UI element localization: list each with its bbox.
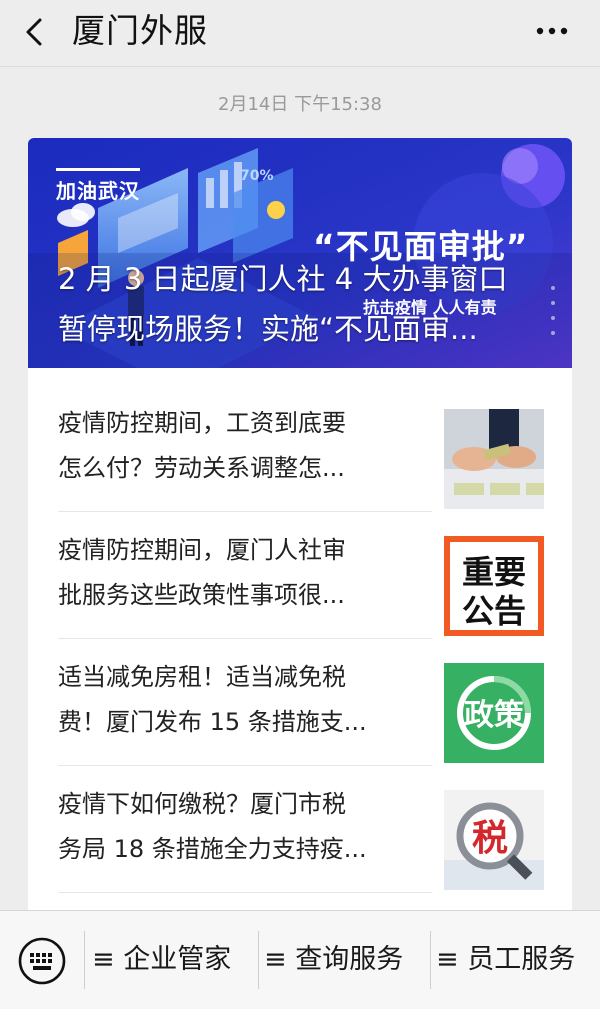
menu-divider	[84, 931, 85, 989]
banner-headline: 2 月 3 日起厦门人社 4 大办事窗口 暂停现场服务！实施“不见面审...	[58, 254, 558, 354]
tax-magnifier-icon: 税	[444, 790, 544, 890]
banner-headline-line1: 2 月 3 日起厦门人社 4 大办事窗口	[58, 262, 508, 296]
menu-employee-service[interactable]: ≡ 员工服务	[436, 935, 575, 985]
menu-divider	[430, 931, 431, 989]
article-title-line2: 批服务这些政策性事项很...	[58, 581, 345, 609]
article-title-line1: 疫情防控期间，厦门人社审	[58, 536, 346, 564]
banner-percent: 70%	[240, 168, 274, 184]
article-title-line2: 怎么付？劳动关系调整怎...	[58, 454, 345, 482]
bottom-menu-bar: ≡ 企业管家 ≡ 查询服务 ≡ 员工服务	[0, 910, 600, 1009]
notice-badge-icon: 重要 公告	[444, 536, 544, 636]
divider	[58, 892, 432, 893]
list-item-approval[interactable]: 疫情防控期间，厦门人社审 批服务这些政策性事项很... 重要 公告	[28, 512, 572, 639]
menu-query-service[interactable]: ≡ 查询服务	[264, 935, 403, 985]
banner-headline-line2: 暂停现场服务！实施“不见面审...	[58, 312, 478, 346]
money-photo-icon	[444, 409, 544, 509]
article-title: 疫情下如何缴税？厦门市税 务局 18 条措施全力支持疫...	[58, 782, 418, 872]
article-title-line2: 务局 18 条措施全力支持疫...	[58, 835, 367, 863]
notice-badge-line2: 公告	[462, 592, 526, 630]
page-title: 厦门外服	[72, 11, 208, 50]
list-item-tax[interactable]: 疫情下如何缴税？厦门市税 务局 18 条措施全力支持疫... 税	[28, 766, 572, 893]
article-title: 适当减免房租！适当减免税 费！厦门发布 15 条措施支...	[58, 655, 418, 745]
article-title: 疫情防控期间，厦门人社审 批服务这些政策性事项很...	[58, 528, 418, 618]
message-timestamp: 2月14日 下午15:38	[218, 94, 382, 115]
policy-badge-text: 政策	[464, 698, 524, 733]
article-title: 疫情防控期间，工资到底要 怎么付？劳动关系调整怎...	[58, 401, 418, 491]
article-title-line1: 疫情下如何缴税？厦门市税	[58, 790, 346, 818]
more-options-icon[interactable]	[532, 16, 572, 46]
back-arrow-icon[interactable]	[18, 14, 54, 50]
list-item-rent-relief[interactable]: 适当减免房租！适当减免税 费！厦门发布 15 条措施支... 政策	[28, 639, 572, 766]
article-title-line2: 费！厦门发布 15 条措施支...	[58, 708, 367, 736]
keyboard-icon[interactable]	[18, 937, 66, 985]
banner-article[interactable]: 加油武汉 70% “不见面审批” 抗击疫情 人人有责 2 月 3 日起厦门人社 …	[28, 138, 572, 368]
notice-badge-line1: 重要	[462, 553, 526, 591]
tax-badge-text: 税	[472, 818, 508, 859]
article-title-line1: 疫情防控期间，工资到底要	[58, 409, 346, 437]
banner-tag: 加油武汉	[56, 168, 140, 204]
top-nav-bar: 厦门外服	[0, 0, 600, 67]
list-item-wages[interactable]: 疫情防控期间，工资到底要 怎么付？劳动关系调整怎...	[28, 385, 572, 512]
article-title-line1: 适当减免房租！适当减免税	[58, 663, 346, 691]
policy-badge-icon: 政策	[444, 663, 544, 763]
article-card: 加油武汉 70% “不见面审批” 抗击疫情 人人有责 2 月 3 日起厦门人社 …	[28, 138, 572, 938]
menu-divider	[258, 931, 259, 989]
menu-enterprise-steward[interactable]: ≡ 企业管家	[92, 935, 231, 985]
